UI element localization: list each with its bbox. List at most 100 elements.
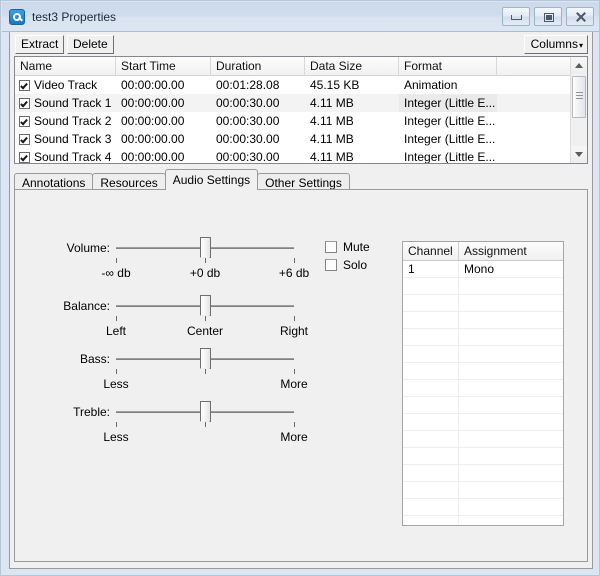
channel-empty-cell xyxy=(403,380,459,396)
mute-checkbox[interactable] xyxy=(325,241,337,253)
channel-row-empty[interactable] xyxy=(403,516,563,525)
track-start-time-cell: 00:00:00.00 xyxy=(121,150,185,164)
track-start-time-cell: 00:00:00.00 xyxy=(121,96,185,110)
tab-label: Other Settings xyxy=(265,176,342,190)
channel-empty-cell xyxy=(403,465,459,481)
track-start-time-cell: 00:00:00.00 xyxy=(121,78,185,92)
slider-tick-mark xyxy=(294,369,295,374)
channel-column-header[interactable]: Channel xyxy=(403,242,459,260)
slider-tick-mark xyxy=(294,258,295,263)
channel-table-body: 1 Mono xyxy=(403,261,563,525)
slider-tick-mark xyxy=(116,316,117,321)
channel-row-empty[interactable] xyxy=(403,482,563,499)
mute-option[interactable]: Mute xyxy=(325,240,370,254)
table-row[interactable]: Video Track 00:00:00.00 00:01:28.08 45.15 K… xyxy=(15,76,587,94)
slider-thumb[interactable] xyxy=(200,348,211,374)
channel-empty-cell xyxy=(403,329,459,345)
window-title: test3 Properties xyxy=(32,9,117,24)
track-name-cell: Sound Track 1 xyxy=(15,94,116,112)
close-icon xyxy=(567,8,593,25)
channel-row-empty[interactable] xyxy=(403,414,563,431)
slider-thumb[interactable] xyxy=(200,295,211,321)
table-row[interactable]: Sound Track 2 00:00:00.00 00:00:30.00 4.11 … xyxy=(15,112,587,130)
track-list-header: Name Start Time Duration Data Size Format xyxy=(15,57,587,76)
scroll-down-arrow-icon[interactable] xyxy=(571,146,587,163)
track-data-size-cell: 45.15 KB xyxy=(310,78,360,92)
track-format-cell: Integer (Little E... xyxy=(399,94,497,112)
channel-empty-cell xyxy=(459,278,563,294)
track-data-size-cell: 4.11 MB xyxy=(310,96,354,110)
delete-button[interactable]: Delete xyxy=(67,35,114,54)
channel-row-empty[interactable] xyxy=(403,499,563,516)
channel-row-empty[interactable] xyxy=(403,278,563,295)
channel-empty-cell xyxy=(403,448,459,464)
channel-row-empty[interactable] xyxy=(403,346,563,363)
channel-row-empty[interactable] xyxy=(403,312,563,329)
channel-column-header[interactable]: Assignment xyxy=(459,242,563,260)
track-column-header[interactable] xyxy=(497,57,572,75)
track-column-header[interactable]: Duration xyxy=(211,57,305,75)
track-list[interactable]: Name Start Time Duration Data Size Format Vi… xyxy=(14,56,588,164)
solo-label: Solo xyxy=(343,258,368,272)
channel-row-empty[interactable] xyxy=(403,380,563,397)
channel-empty-cell xyxy=(403,312,459,328)
channel-empty-cell xyxy=(403,414,459,430)
solo-checkbox[interactable] xyxy=(325,259,337,271)
channel-empty-cell xyxy=(403,397,459,413)
channel-row-empty[interactable] xyxy=(403,329,563,346)
track-name-label: Sound Track 3 xyxy=(34,132,112,146)
extract-button[interactable]: Extract xyxy=(15,35,65,54)
minimize-button[interactable] xyxy=(502,7,530,26)
channel-row-empty[interactable] xyxy=(403,397,563,414)
channel-row-empty[interactable] xyxy=(403,363,563,380)
track-data-size-cell: 4.11 MB xyxy=(310,114,354,128)
channel-row[interactable]: 1 Mono xyxy=(403,261,563,278)
slider-tick-label: Less xyxy=(103,430,129,444)
channel-assignment-table[interactable]: Channel Assignment 1 Mono xyxy=(402,241,564,526)
track-column-header[interactable]: Data Size xyxy=(305,57,399,75)
table-row[interactable]: Sound Track 4 00:00:00.00 00:00:30.00 4.11 … xyxy=(15,148,587,164)
table-row[interactable]: Sound Track 1 00:00:00.00 00:00:30.00 4.11 … xyxy=(15,94,587,112)
tab-audio-settings[interactable]: Audio Settings xyxy=(164,169,259,190)
track-column-header[interactable]: Name xyxy=(15,57,116,75)
columns-button[interactable]: Columns▾ xyxy=(523,35,588,54)
scroll-up-arrow-icon[interactable] xyxy=(571,57,587,74)
mute-label: Mute xyxy=(343,240,370,254)
track-format-cell: Integer (Little E... xyxy=(404,132,496,146)
slider-thumb[interactable] xyxy=(200,401,211,427)
channel-empty-cell xyxy=(403,295,459,311)
scrollbar-thumb[interactable] xyxy=(572,76,586,118)
channel-row-empty[interactable] xyxy=(403,295,563,312)
slider-tick-mark xyxy=(205,369,206,374)
track-enabled-checkbox[interactable] xyxy=(19,97,30,109)
channel-row-empty[interactable] xyxy=(403,431,563,448)
track-column-header[interactable]: Format xyxy=(399,57,497,75)
track-enabled-checkbox[interactable] xyxy=(19,115,30,127)
channel-row-empty[interactable] xyxy=(403,448,563,465)
maximize-icon xyxy=(535,8,561,25)
track-list-body: Video Track 00:00:00.00 00:01:28.08 45.15 K… xyxy=(15,76,587,164)
channel-empty-cell xyxy=(403,278,459,294)
track-data-size-cell: 4.11 MB xyxy=(310,150,354,164)
solo-option[interactable]: Solo xyxy=(325,258,367,272)
track-enabled-checkbox[interactable] xyxy=(19,133,30,145)
table-row[interactable]: Sound Track 3 00:00:00.00 00:00:30.00 4.11 … xyxy=(15,130,587,148)
slider-thumb[interactable] xyxy=(200,237,211,263)
track-start-time-cell: 00:00:00.00 xyxy=(121,114,185,128)
maximize-button[interactable] xyxy=(534,7,562,26)
slider-tick-label: More xyxy=(280,430,308,444)
close-button[interactable] xyxy=(566,7,594,26)
channel-empty-cell xyxy=(459,465,563,481)
slider-tick-label: Right xyxy=(279,324,309,338)
channel-empty-cell xyxy=(403,431,459,447)
slider-tick-label: -∞ db xyxy=(101,266,131,280)
track-name-cell: Sound Track 4 xyxy=(15,148,116,164)
track-enabled-checkbox[interactable] xyxy=(19,79,30,91)
slider-tick-mark xyxy=(116,422,117,427)
track-column-header[interactable]: Start Time xyxy=(116,57,211,75)
track-name-label: Sound Track 4 xyxy=(34,150,112,164)
track-enabled-checkbox[interactable] xyxy=(19,151,30,163)
track-list-scrollbar[interactable] xyxy=(570,57,587,163)
channel-row-empty[interactable] xyxy=(403,465,563,482)
slider-tick-mark xyxy=(205,422,206,427)
